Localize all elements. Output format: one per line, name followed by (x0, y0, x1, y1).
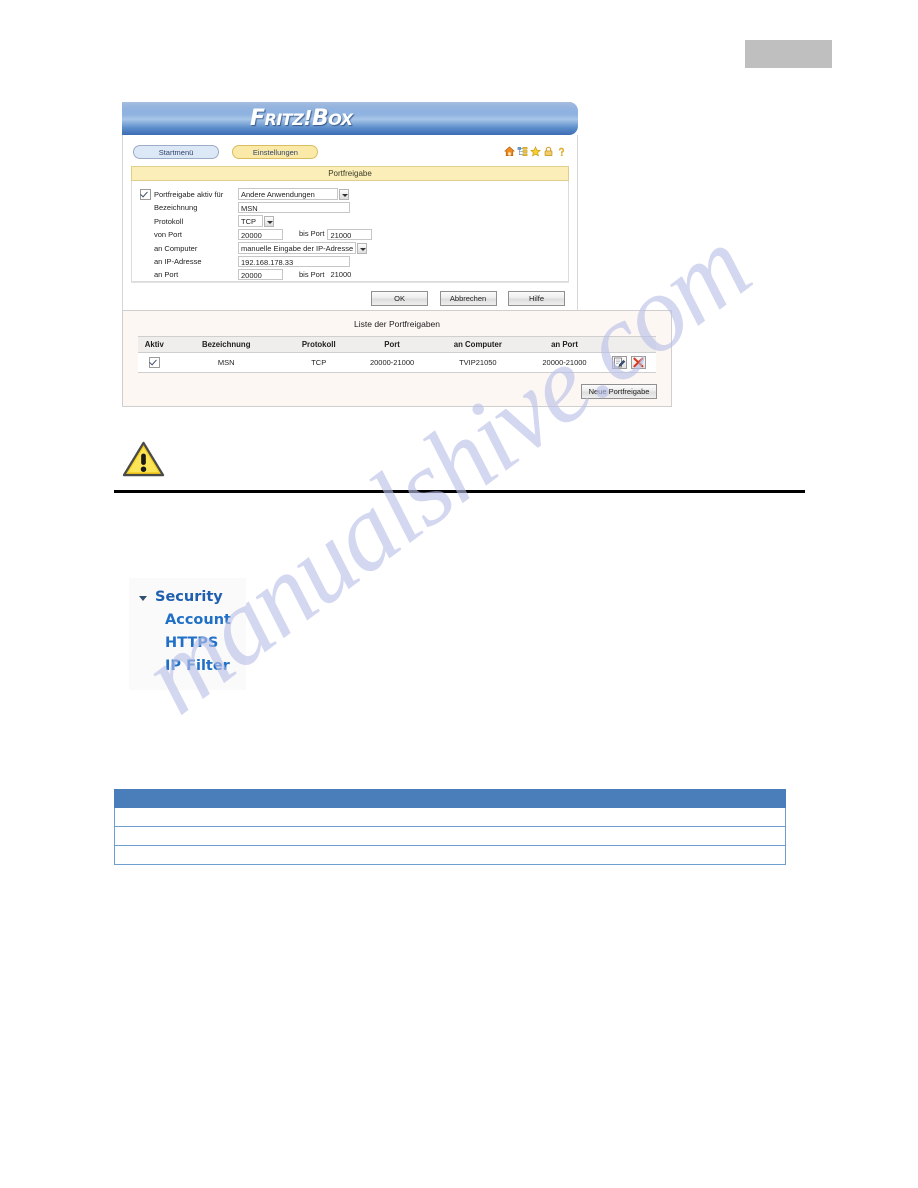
warning-triangle-icon (122, 441, 165, 477)
bis-port-input[interactable]: 21000 (327, 229, 373, 240)
bottom-empty-table (114, 789, 786, 865)
form-row-bezeichnung: Bezeichnung MSN (138, 201, 372, 214)
fritzbox-screenshot: FRITZ!BOX Startmenü Einstellungen Portfr… (122, 102, 578, 318)
new-portfreigabe-row: Neue Portfreigabe (123, 373, 671, 399)
bezeichnung-input[interactable]: MSN (238, 202, 350, 213)
fritzbox-tool-icons (504, 146, 567, 157)
an-computer-select-arrow-icon[interactable] (357, 242, 367, 254)
sidebar-item-https[interactable]: HTTPS (129, 632, 246, 655)
security-menu-root-label: Security (155, 589, 223, 605)
chevron-down-icon[interactable] (139, 596, 147, 601)
protokoll-select-arrow-icon[interactable] (264, 215, 274, 227)
form-row-an-port: an Port 20000 bis Port 21000 (138, 268, 372, 281)
an-computer-select-value[interactable]: manuelle Eingabe der IP-Adresse (238, 242, 356, 254)
column-header-port: Port (355, 336, 429, 353)
bottom-table-row (114, 845, 786, 865)
sidebar-item-label: IP Filter (165, 658, 230, 674)
label-bis-port-von: bis Port (299, 229, 325, 239)
protokoll-select-value[interactable]: TCP (238, 215, 263, 227)
form-row-von-port: von Port 20000 bis Port 21000 (138, 228, 373, 241)
tab-einstellungen[interactable]: Einstellungen (232, 145, 319, 159)
sidebar-item-label: HTTPS (165, 635, 219, 651)
bottom-table-cell (114, 845, 786, 865)
fritzbox-tabs: Startmenü Einstellungen (133, 145, 569, 162)
column-header-protokoll: Protokoll (281, 336, 356, 353)
tab-startmenu[interactable]: Startmenü (133, 145, 219, 159)
cell-actions (601, 352, 656, 373)
security-menu-root[interactable]: Security (129, 586, 246, 609)
bottom-table-row (114, 826, 786, 846)
sidebar-item-account[interactable]: Account (129, 609, 246, 632)
von-port-input[interactable]: 20000 (238, 229, 283, 240)
header-gray-block (745, 40, 832, 68)
security-menu: Security Account HTTPS IP Filter (129, 578, 246, 690)
form-row-an-computer: an Computer manuelle Eingabe der IP-Adre… (138, 241, 372, 255)
form-row-aktiv: Portfreigabe aktiv für Andere Anwendunge… (138, 187, 372, 201)
fritzbox-body: Startmenü Einstellungen Portfreigabe Por… (122, 135, 578, 318)
an-port-input[interactable]: 20000 (238, 269, 283, 280)
cell-port: 20000-21000 (355, 352, 429, 373)
document-page: manualshive.com FRITZ!BOX Startmenü Eins… (0, 0, 918, 1188)
horizontal-rule (114, 490, 805, 493)
home-icon[interactable] (504, 146, 515, 157)
cell-aktiv (138, 352, 171, 373)
label-bezeichnung: Bezeichnung (154, 203, 198, 212)
section-title-portfreigabe: Portfreigabe (131, 166, 569, 181)
help-button[interactable]: Hilfe (508, 291, 565, 306)
label-an-ip-adresse: an IP-Adresse (154, 257, 202, 266)
help-question-icon[interactable] (556, 146, 567, 157)
label-von-port: von Port (154, 230, 182, 239)
label-an-computer: an Computer (154, 243, 198, 253)
form-button-row: OK Abbrechen Hilfe (131, 282, 569, 311)
form-row-protokoll: Protokoll TCP (138, 214, 372, 228)
an-ip-adresse-input[interactable]: 192.168.178.33 (238, 256, 350, 267)
anwendung-select-arrow-icon[interactable] (339, 188, 349, 200)
portfreigabe-aktiv-checkbox[interactable] (140, 188, 151, 200)
column-header-an-port: an Port (527, 336, 602, 353)
label-portfreigabe-aktiv: Portfreigabe aktiv für (154, 189, 224, 199)
sitemap-icon[interactable] (517, 146, 528, 157)
ok-button[interactable]: OK (371, 291, 429, 306)
table-header-row: Aktiv Bezeichnung Protokoll Port an Comp… (138, 336, 656, 353)
column-header-actions (601, 336, 656, 353)
column-header-bezeichnung: Bezeichnung (170, 336, 282, 353)
anwendung-select-value[interactable]: Andere Anwendungen (238, 188, 338, 200)
sidebar-item-ip-filter[interactable]: IP Filter (129, 655, 246, 678)
logout-lock-icon[interactable] (543, 146, 554, 157)
column-header-an-computer: an Computer (428, 336, 528, 353)
edit-row-icon[interactable] (611, 356, 627, 369)
label-an-port: an Port (154, 270, 179, 279)
label-bis-port-an: bis Port (299, 270, 325, 279)
cancel-button[interactable]: Abbrechen (439, 291, 497, 306)
list-title: Liste der Portfreigaben (354, 319, 440, 329)
bottom-table-row (114, 807, 786, 827)
fritzbox-logo: FRITZ!BOX (250, 106, 353, 131)
bottom-table-header-cell (114, 789, 786, 808)
an-bis-port-value: 21000 (330, 270, 352, 279)
portfreigabe-form: Portfreigabe aktiv für Andere Anwendunge… (131, 181, 569, 282)
bottom-table-cell (114, 807, 786, 827)
form-row-an-ip: an IP-Adresse 192.168.178.33 (138, 255, 372, 268)
bottom-table-cell (114, 826, 786, 846)
new-portfreigabe-button[interactable]: Neue Portfreigabe (581, 384, 657, 399)
label-protokoll: Protokoll (154, 216, 184, 226)
delete-row-icon[interactable] (630, 356, 646, 369)
table-row[interactable]: MSN TCP 20000-21000 TVIP21050 20000-2100… (138, 352, 656, 373)
portfreigaben-table: Aktiv Bezeichnung Protokoll Port an Comp… (138, 336, 656, 373)
cell-protokoll: TCP (281, 352, 356, 373)
cell-an-port: 20000-21000 (527, 352, 602, 373)
fritzbox-banner: FRITZ!BOX (122, 102, 578, 135)
row-aktiv-checkbox[interactable] (148, 357, 160, 368)
sidebar-item-label: Account (165, 612, 231, 628)
portfreigaben-list-panel: Liste der Portfreigaben Aktiv Bezeichnun… (122, 310, 672, 407)
column-header-aktiv: Aktiv (138, 336, 171, 353)
cell-bezeichnung: MSN (170, 352, 282, 373)
favorites-star-icon[interactable] (530, 146, 541, 157)
cell-an-computer: TVIP21050 (428, 352, 528, 373)
bottom-table-header-row (114, 789, 786, 808)
